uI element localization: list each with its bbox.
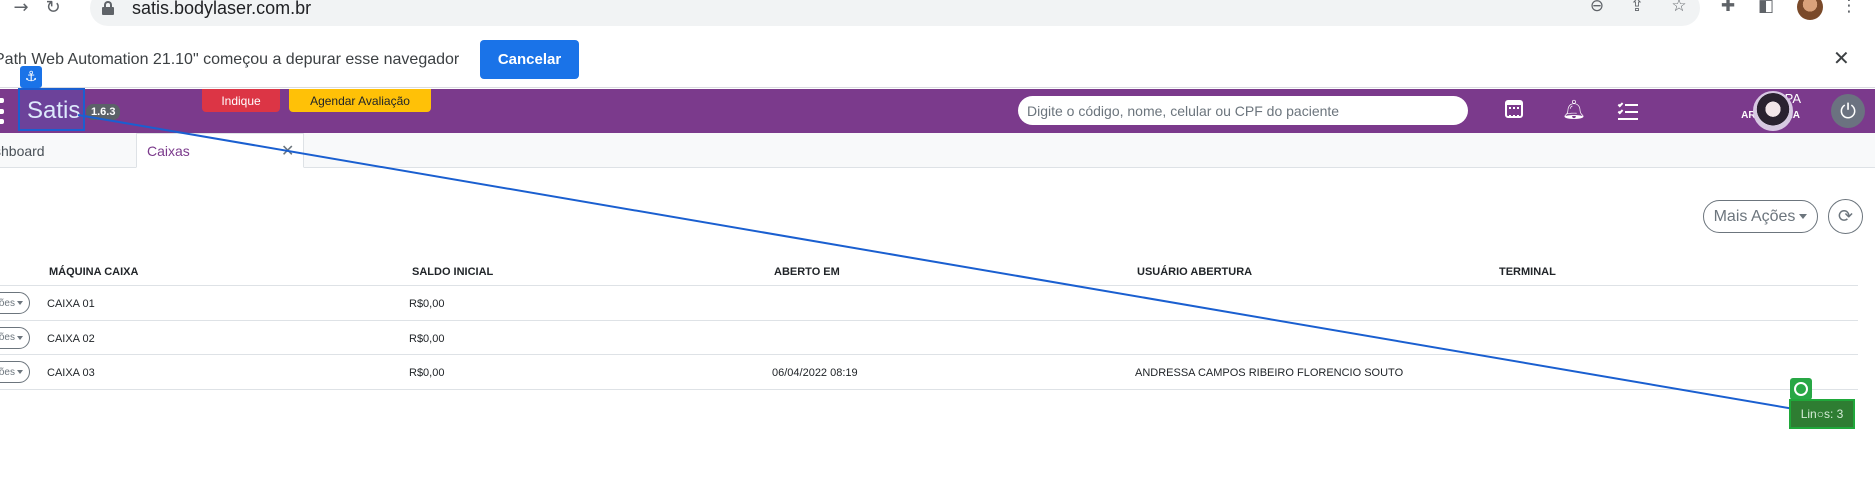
- reload-icon[interactable]: ↻: [42, 0, 64, 18]
- debug-infobar: Path Web Automation 21.10" começou a dep…: [0, 31, 1875, 88]
- address-bar[interactable]: [90, 0, 1700, 26]
- table-row: ões CAIXA 02 R$0,00: [0, 321, 1858, 355]
- table-row: ões CAIXA 01 R$0,00: [0, 286, 1858, 321]
- anchor-icon[interactable]: ⚓: [20, 66, 42, 88]
- side-panel-icon[interactable]: ◧: [1755, 0, 1777, 16]
- infobar-message: Path Web Automation 21.10" começou a dep…: [0, 51, 460, 68]
- url-text[interactable]: satis.bodylaser.com.br: [132, 0, 311, 19]
- menu-icon[interactable]: [0, 98, 4, 124]
- close-icon[interactable]: ✕: [1833, 46, 1850, 70]
- version-badge: 1.6.3: [86, 104, 121, 120]
- calendar-icon[interactable]: [1505, 100, 1523, 118]
- tab-caixas[interactable]: Caixas: [136, 133, 304, 168]
- power-icon[interactable]: ⏻: [1831, 94, 1865, 128]
- forward-icon[interactable]: →: [10, 0, 32, 18]
- patient-search-input[interactable]: [1018, 96, 1468, 125]
- chevron-down-icon: [1799, 214, 1808, 219]
- app-header: Satis 1.6.3 Indique Agendar Avaliação 🔔︎…: [0, 89, 1875, 133]
- column-header[interactable]: MÁQUINA CAIXA: [49, 266, 138, 278]
- anchor-highlight: [18, 88, 85, 131]
- row-actions-button[interactable]: ões: [0, 292, 30, 314]
- profile-avatar[interactable]: [1797, 0, 1823, 20]
- row-actions-button[interactable]: ões: [0, 361, 30, 383]
- agendar-avaliacao-button[interactable]: Agendar Avaliação: [289, 89, 431, 112]
- row-actions-button[interactable]: ões: [0, 326, 30, 349]
- refresh-icon[interactable]: ⟳: [1828, 199, 1863, 234]
- cell-saldo: R$0,00: [409, 298, 445, 310]
- close-icon[interactable]: ✕: [281, 141, 294, 160]
- column-header[interactable]: ABERTO EM: [774, 266, 840, 278]
- table-header: MÁQUINA CAIXA SALDO INICIAL ABERTO EM US…: [0, 258, 1858, 286]
- table-row: ões CAIXA 03 R$0,00 06/04/2022 08:19 AND…: [0, 355, 1858, 390]
- target-icon[interactable]: [1790, 378, 1812, 400]
- bell-icon[interactable]: 🔔︎: [1562, 99, 1586, 121]
- menu-dots-icon[interactable]: ⋮: [1838, 0, 1860, 16]
- cell-maquina: CAIXA 02: [47, 332, 95, 345]
- column-header[interactable]: TERMINAL: [1499, 266, 1556, 278]
- tab-dashboard[interactable]: shboard: [0, 133, 45, 168]
- cell-aberto: 06/04/2022 08:19: [772, 367, 858, 379]
- more-actions-label: Mais Ações: [1713, 207, 1796, 225]
- cell-saldo: R$0,00: [409, 367, 445, 379]
- star-icon[interactable]: ☆: [1668, 0, 1690, 16]
- cell-maquina: CAIXA 01: [47, 298, 95, 310]
- extensions-icon[interactable]: ✚: [1717, 0, 1739, 16]
- column-header[interactable]: SALDO INICIAL: [412, 266, 493, 278]
- caixas-table: MÁQUINA CAIXA SALDO INICIAL ABERTO EM US…: [0, 258, 1858, 390]
- more-actions-button[interactable]: Mais Ações: [1703, 200, 1818, 233]
- share-icon[interactable]: ⇪: [1626, 0, 1648, 16]
- cell-saldo: R$0,00: [409, 332, 445, 345]
- avatar[interactable]: [1753, 91, 1793, 131]
- lock-icon: [102, 1, 114, 15]
- tasks-icon[interactable]: [1617, 100, 1640, 122]
- cell-usuario: ANDRESSA CAMPOS RIBEIRO FLORENCIO SOUTO: [1135, 367, 1404, 379]
- cell-maquina: CAIXA 03: [47, 367, 95, 379]
- zoom-out-icon[interactable]: ⊖: [1586, 0, 1608, 16]
- indique-button[interactable]: Indique: [202, 89, 280, 112]
- cancel-button[interactable]: Cancelar: [480, 40, 579, 79]
- target-highlight: Lin○s: 3: [1789, 399, 1855, 429]
- browser-toolbar: → ↻ satis.bodylaser.com.br ⊖ ⇪ ☆ ✚ ◧ ⋮: [0, 0, 1875, 28]
- column-header[interactable]: USUÁRIO ABERTURA: [1137, 266, 1252, 278]
- tab-bar: shboard Caixas ✕: [0, 133, 1875, 168]
